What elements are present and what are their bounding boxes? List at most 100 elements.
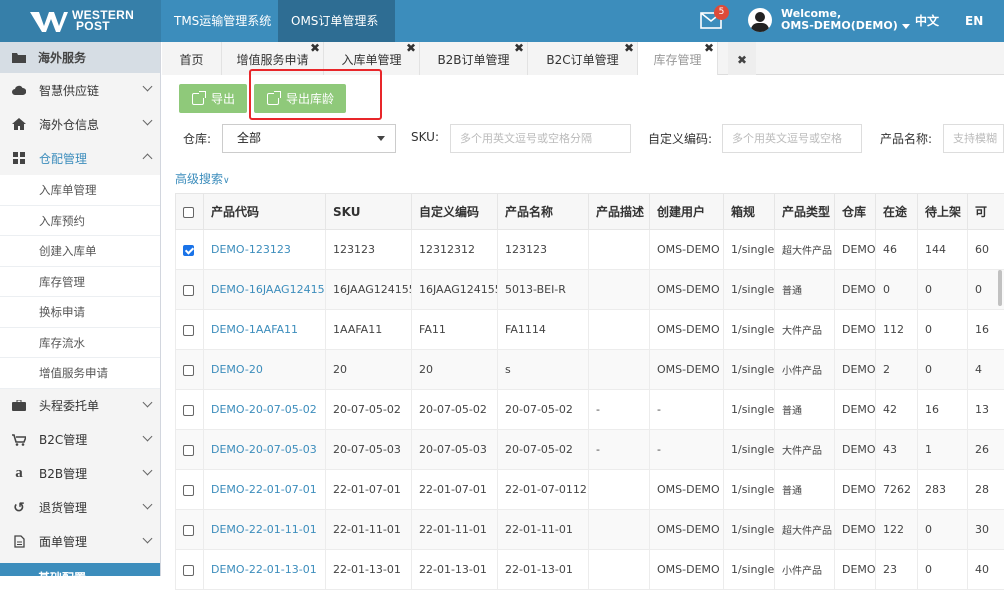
table-row[interactable]: DEMO-22-01-11-0122-01-11-0122-01-11-0122… [176,510,1004,550]
col-header[interactable]: 可 [968,194,1004,230]
sidebar-item-supply-chain[interactable]: 智慧供应链 [0,73,160,107]
row-checkbox[interactable] [183,445,194,456]
tab-home[interactable]: 首页 [162,42,222,75]
table-row[interactable]: DEMO-22-01-07-0122-01-07-0122-01-07-0122… [176,470,1004,510]
col-header[interactable]: 箱规 [724,194,775,230]
scrollbar-thumb[interactable] [998,270,1002,306]
table-cell: 超大件产品 [775,230,835,270]
sidebar-subitem-inbound-orders[interactable]: 入库单管理 [0,175,160,206]
col-header[interactable]: 创建用户 [650,194,724,230]
row-checkbox[interactable] [183,485,194,496]
row-checkbox-cell[interactable] [176,470,204,510]
col-header[interactable]: 待上架 [918,194,968,230]
export-button[interactable]: 导出 [179,84,247,113]
row-checkbox-cell[interactable] [176,230,204,270]
row-checkbox-cell[interactable] [176,310,204,350]
user-menu[interactable]: Welcome, OMS-DEMO(DEMO) [748,8,910,32]
sidebar-item-returns[interactable]: ↺ 退货管理 [0,491,160,525]
table-row[interactable]: DEMO-16JAAG12415516JAAG12415516JAAG12415… [176,270,1004,310]
col-header[interactable]: 产品代码 [204,194,326,230]
table-cell: 大件产品 [775,310,835,350]
product-code-link[interactable]: DEMO-16JAAG124155 [204,270,326,310]
product-name-input[interactable]: 支持模糊 [943,124,1004,153]
row-checkbox[interactable] [183,325,194,336]
table-row[interactable]: DEMO-12312312312312312312123123OMS-DEMO1… [176,230,1004,270]
sidebar-item-overseas-info[interactable]: 海外仓信息 [0,107,160,141]
row-checkbox[interactable] [183,525,194,536]
lang-zh[interactable]: 中文 [915,0,939,42]
close-icon[interactable]: ✖ [704,30,714,66]
sidebar-item-b2b[interactable]: a B2B管理 [0,457,160,491]
brand-logo[interactable]: WESTERN POST [0,0,161,42]
system-tab-tms[interactable]: TMS运输管理系统 [161,0,284,42]
sidebar-subitem-inventory-flow[interactable]: 库存流水 [0,328,160,359]
sidebar-subitem-inbound-booking[interactable]: 入库预约 [0,206,160,237]
row-checkbox[interactable] [183,565,194,576]
sidebar-header[interactable]: 海外服务 [0,42,160,73]
table-row[interactable]: DEMO-22-01-13-0122-01-13-0122-01-13-0122… [176,550,1004,590]
sidebar-item-first-leg[interactable]: 头程委托单 [0,389,160,423]
row-checkbox-cell[interactable] [176,510,204,550]
col-header[interactable]: SKU [326,194,412,230]
sidebar-subitem-create-inbound[interactable]: 创建入库单 [0,236,160,267]
product-code-link[interactable]: DEMO-22-01-11-01 [204,510,326,550]
row-checkbox[interactable] [183,365,194,376]
product-code-link[interactable]: DEMO-22-01-07-01 [204,470,326,510]
row-checkbox-cell[interactable] [176,430,204,470]
product-code-link[interactable]: DEMO-123123 [204,230,326,270]
close-icon[interactable]: ✖ [310,30,320,66]
sidebar-subitem-inventory[interactable]: 库存管理 [0,267,160,298]
sidebar-item-warehouse-mgmt[interactable]: 仓配管理 [0,141,160,175]
close-icon[interactable]: ✖ [624,30,634,66]
col-header[interactable]: 产品类型 [775,194,835,230]
product-code-link[interactable]: DEMO-20 [204,350,326,390]
lang-en[interactable]: EN [965,0,983,42]
table-cell: 20-07-05-02 [498,390,589,430]
table-row[interactable]: DEMO-202020sOMS-DEMO1/single小件产品DEMO204 [176,350,1004,390]
advanced-search-link[interactable]: 高级搜索∨ [175,170,230,187]
row-checkbox[interactable] [183,245,194,256]
system-tab-oms[interactable]: OMS订单管理系统 [278,0,395,42]
warehouse-select[interactable]: 全部 [222,124,396,153]
tab-label: 首页 [179,53,203,67]
row-checkbox[interactable] [183,405,194,416]
sidebar-item-basic-config[interactable]: 基础配置 [0,563,160,577]
table-cell: 小件产品 [775,350,835,390]
product-code-link[interactable]: DEMO-1AAFA11 [204,310,326,350]
col-header[interactable]: 产品描述 [589,194,650,230]
sidebar-item-b2c[interactable]: B2C管理 [0,423,160,457]
notification-badge: 5 [714,5,729,20]
tab-b2b[interactable]: B2B订单管理✖ [420,42,528,75]
col-header[interactable]: 在途 [876,194,918,230]
close-icon[interactable]: ✖ [514,30,524,66]
row-checkbox-cell[interactable] [176,550,204,590]
row-checkbox[interactable] [183,285,194,296]
select-all-checkbox-cell[interactable] [176,194,204,230]
tab-inventory[interactable]: 库存管理✖ [638,42,718,75]
table-cell: 13 [968,390,1004,430]
row-checkbox-cell[interactable] [176,270,204,310]
product-code-link[interactable]: DEMO-20-07-05-03 [204,430,326,470]
product-code-link[interactable]: DEMO-22-01-13-01 [204,550,326,590]
col-header[interactable]: 产品名称 [498,194,589,230]
table-cell: 0 [918,510,968,550]
tab-b2c[interactable]: B2C订单管理✖ [528,42,638,75]
table-row[interactable]: DEMO-20-07-05-0320-07-05-0320-07-05-0320… [176,430,1004,470]
sku-input[interactable]: 多个用英文逗号或空格分隔 [450,124,631,153]
custom-code-input[interactable]: 多个用英文逗号或空格 [722,124,862,153]
sidebar-subitem-value-added[interactable]: 增值服务申请 [0,358,160,389]
close-icon[interactable]: ✖ [406,30,416,66]
sidebar-item-labels[interactable]: 面单管理 [0,525,160,559]
row-checkbox-cell[interactable] [176,350,204,390]
table-row[interactable]: DEMO-1AAFA111AAFA11FA11FA1114OMS-DEMO1/s… [176,310,1004,350]
col-header[interactable]: 仓库 [835,194,876,230]
table-cell: 4 [968,350,1004,390]
table-row[interactable]: DEMO-20-07-05-0220-07-05-0220-07-05-0220… [176,390,1004,430]
col-header[interactable]: 自定义编码 [412,194,498,230]
sidebar-subitem-relabel[interactable]: 换标申请 [0,297,160,328]
select-all-checkbox[interactable] [183,207,194,218]
table-cell: 1AAFA11 [326,310,412,350]
close-all-tabs-icon[interactable]: ✖ [728,42,756,75]
product-code-link[interactable]: DEMO-20-07-05-02 [204,390,326,430]
row-checkbox-cell[interactable] [176,390,204,430]
